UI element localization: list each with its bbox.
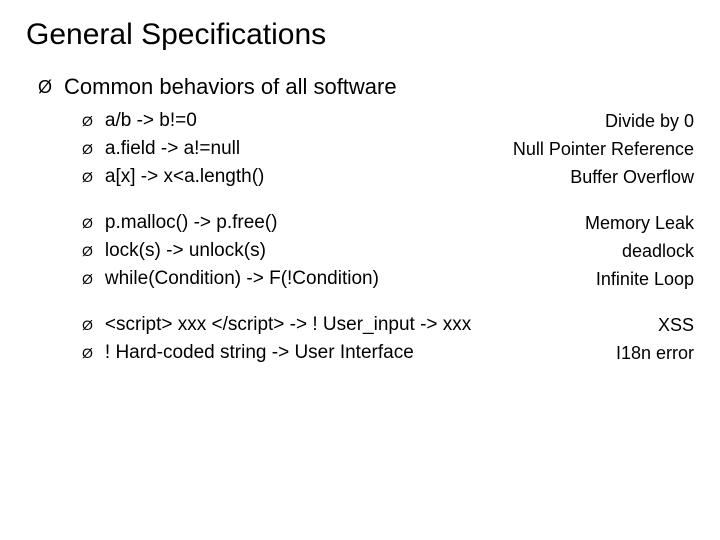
list-item-left: Ølock(s) -> unlock(s): [82, 240, 266, 262]
level1-item: Ø Common behaviors of all software: [26, 74, 694, 100]
list-item-text: a[x] -> x<a.length(): [105, 166, 264, 188]
list-item-text: p.malloc() -> p.free(): [105, 212, 278, 234]
level2-list: Øa/b -> b!=0 Divide by 0 Øa.field -> a!=nu…: [26, 110, 694, 364]
bullet-icon: Ø: [82, 166, 93, 188]
slide-title: General Specifications: [26, 18, 694, 52]
list-item-label: deadlock: [614, 241, 694, 262]
bullet-icon: Ø: [82, 110, 93, 132]
list-item-label: Divide by 0: [597, 111, 694, 132]
bullet-icon: Ø: [82, 268, 93, 290]
list-item-label: Infinite Loop: [588, 269, 694, 290]
bullet-icon: Ø: [38, 74, 52, 100]
list-item: Øa[x] -> x<a.length() Buffer Overflow: [82, 166, 694, 188]
list-item: Øa/b -> b!=0 Divide by 0: [82, 110, 694, 132]
bullet-icon: Ø: [82, 342, 93, 364]
list-item: Øa.field -> a!=null Null Pointer Referenc…: [82, 138, 694, 160]
bullet-icon: Ø: [82, 138, 93, 160]
bullet-icon: Ø: [82, 212, 93, 234]
list-item-left: Øa.field -> a!=null: [82, 138, 240, 160]
list-item: Øwhile(Condition) -> F(!Condition) Infini…: [82, 268, 694, 290]
list-item-text: <script> xxx </script> -> ! User_input -…: [105, 314, 471, 336]
list-item-text: a.field -> a!=null: [105, 138, 240, 160]
slide: General Specifications Ø Common behavior…: [0, 0, 720, 540]
list-item-label: I18n error: [608, 343, 694, 364]
list-item: Ø <script> xxx </script> -> ! User_input …: [82, 314, 694, 336]
list-item-left: Ø ! Hard-coded string -> User Interface: [82, 342, 414, 364]
bullet-icon: Ø: [82, 240, 93, 262]
list-item-left: Øwhile(Condition) -> F(!Condition): [82, 268, 379, 290]
list-item-left: Øa/b -> b!=0: [82, 110, 197, 132]
bullet-icon: Ø: [82, 314, 93, 336]
list-item-text: while(Condition) -> F(!Condition): [105, 268, 379, 290]
level1-text: Common behaviors of all software: [64, 74, 397, 100]
list-item-text: ! Hard-coded string -> User Interface: [105, 342, 414, 364]
list-item-label: Memory Leak: [577, 213, 694, 234]
list-item: Ølock(s) -> unlock(s) deadlock: [82, 240, 694, 262]
list-item-left: Øa[x] -> x<a.length(): [82, 166, 264, 188]
list-item-left: Øp.malloc() -> p.free(): [82, 212, 278, 234]
list-item-label: XSS: [650, 315, 694, 336]
list-item-text: lock(s) -> unlock(s): [105, 240, 266, 262]
list-item-text: a/b -> b!=0: [105, 110, 197, 132]
list-item: Øp.malloc() -> p.free() Memory Leak: [82, 212, 694, 234]
list-item-label: Buffer Overflow: [562, 167, 694, 188]
list-item: Ø ! Hard-coded string -> User Interface I1…: [82, 342, 694, 364]
list-item-label: Null Pointer Reference: [505, 139, 694, 160]
list-item-left: Ø <script> xxx </script> -> ! User_input …: [82, 314, 471, 336]
